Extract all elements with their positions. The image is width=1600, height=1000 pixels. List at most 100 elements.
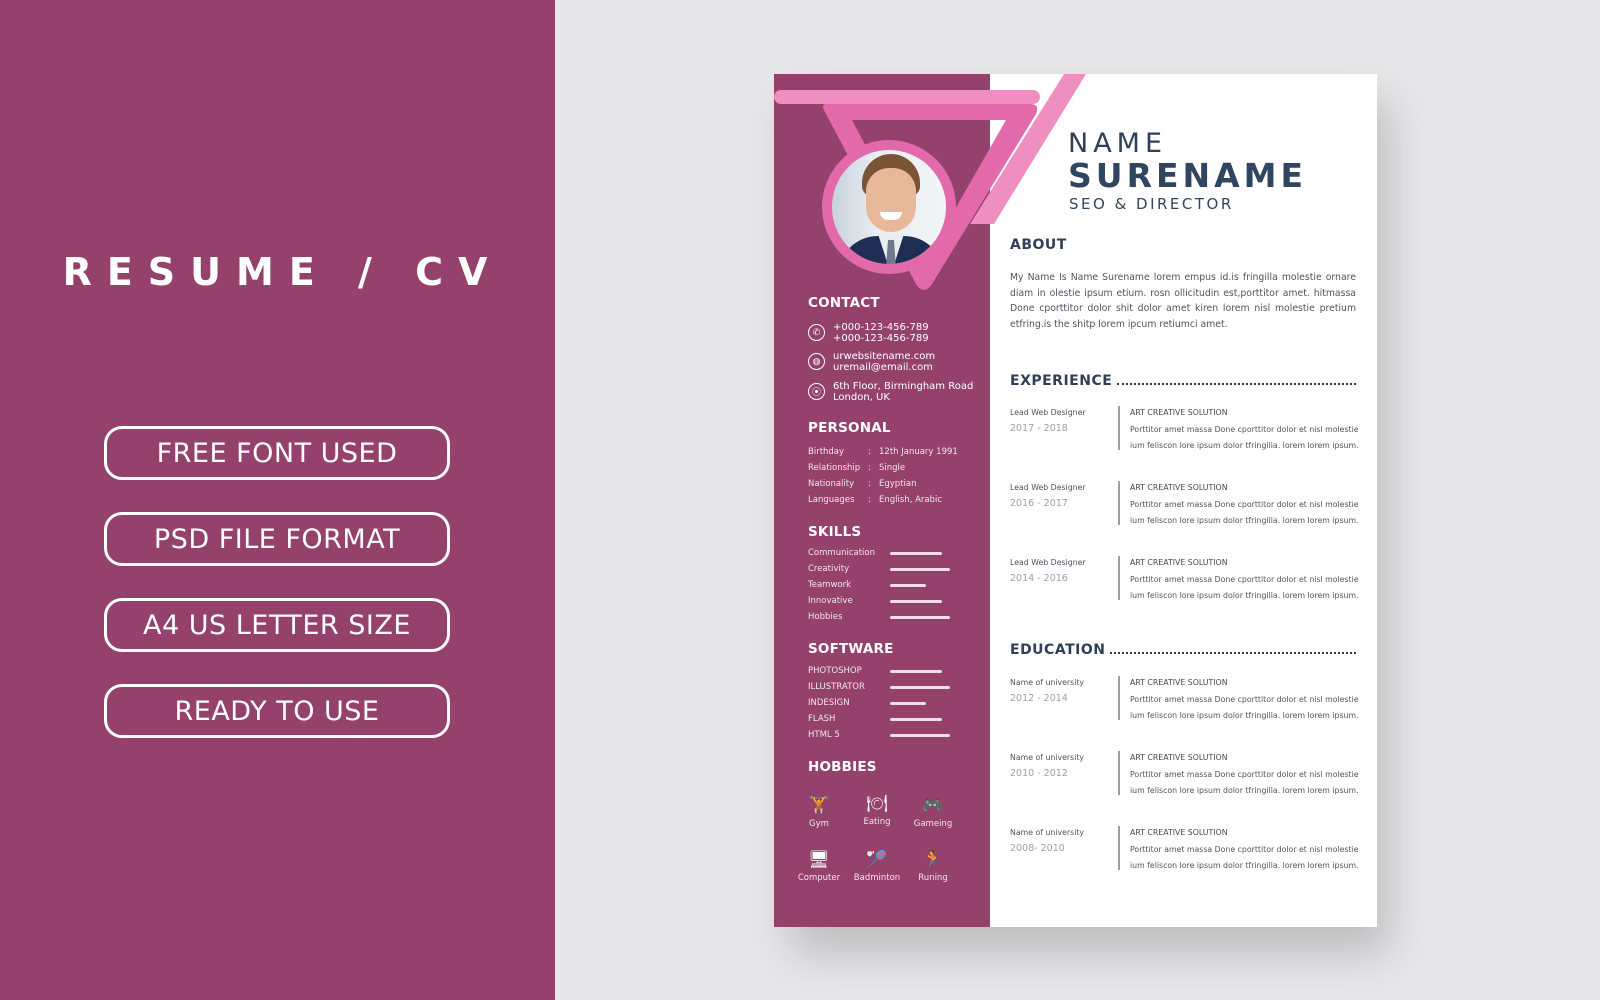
skill-bar-fill bbox=[890, 552, 943, 555]
skill-bar-fill bbox=[890, 616, 950, 619]
skill-label: Innovative bbox=[808, 596, 853, 606]
experience-heading: EXPERIENCE bbox=[1010, 373, 1356, 389]
education-years: 2008- 2010 bbox=[1010, 843, 1065, 854]
education-entry: Name of university 2008- 2010 ART CREATIVE… bbox=[1010, 826, 1359, 888]
job-title: SEO & DIRECTOR bbox=[1069, 195, 1234, 213]
experience-entry: Lead Web Designer 2014 - 2016 ART CREATIVE… bbox=[1010, 556, 1359, 618]
divider-line bbox=[1118, 556, 1120, 600]
skill-bar-track bbox=[890, 616, 950, 619]
phone-icon: ✆ bbox=[808, 324, 825, 341]
skill-bar-fill bbox=[890, 584, 926, 587]
email: uremail@email.com bbox=[833, 362, 933, 373]
education-description: Porttitor amet massa Done cporttitor dol… bbox=[1130, 770, 1359, 795]
skill-bar-track bbox=[890, 568, 950, 571]
feature-badge-free-font: FREE FONT USED bbox=[104, 426, 450, 480]
software-bar-track bbox=[890, 670, 950, 673]
personal-row-birthday: Birthday:12th January 1991 bbox=[808, 447, 958, 457]
education-title: Name of university bbox=[1010, 828, 1085, 837]
skill-label: Teamwork bbox=[808, 580, 852, 590]
divider-line bbox=[1118, 676, 1120, 720]
experience-heading-label: EXPERIENCE bbox=[1010, 373, 1113, 389]
education-heading-label: EDUCATION bbox=[1010, 642, 1106, 658]
education-description: Porttitor amet massa Done cporttitor dol… bbox=[1130, 695, 1359, 720]
about-text: My Name Is Name Surename lorem empus id.… bbox=[1010, 272, 1356, 331]
profile-photo bbox=[822, 140, 956, 274]
experience-company: ART CREATIVE SOLUTION bbox=[1130, 408, 1228, 417]
divider-line bbox=[1118, 406, 1120, 450]
software-bar-fill bbox=[890, 734, 950, 737]
skill-label: Hobbies bbox=[808, 612, 843, 622]
resume-sheet: CONTACT ✆ +000-123-456-789 +000-123-456-7… bbox=[774, 74, 1377, 927]
skill-bar-track bbox=[890, 600, 950, 603]
contact-phone: ✆ +000-123-456-789 +000-123-456-789 bbox=[808, 322, 929, 344]
badminton-icon: 🏸 bbox=[866, 850, 888, 869]
dumbbell-icon: 🏋 bbox=[808, 796, 830, 815]
education-entry: Name of university 2012 - 2014 ART CREATIV… bbox=[1010, 676, 1359, 738]
software-label: INDESIGN bbox=[808, 698, 850, 708]
software-bar-fill bbox=[890, 670, 943, 673]
software-bar-track bbox=[890, 718, 950, 721]
feature-badge-paper-size: A4 US LETTER SIZE bbox=[104, 598, 450, 652]
software-bar-track bbox=[890, 702, 950, 705]
education-company: ART CREATIVE SOLUTION bbox=[1130, 828, 1228, 837]
education-title: Name of university bbox=[1010, 753, 1085, 762]
hobbies-heading: HOBBIES bbox=[808, 759, 877, 775]
promo-panel: RESUME / CV FREE FONT USED PSD FILE FORM… bbox=[0, 0, 555, 1000]
hobby-gaming: 🎮 Gameing bbox=[908, 796, 958, 829]
feature-badge-ready-to-use: READY TO USE bbox=[104, 684, 450, 738]
first-name: NAME bbox=[1068, 128, 1168, 159]
skill-label: Creativity bbox=[808, 564, 850, 574]
computer-icon: 🖥 bbox=[808, 850, 830, 869]
address-line-1: 6th Floor, Birmingham Road bbox=[833, 381, 974, 392]
experience-entry: Lead Web Designer 2016 - 2017 ART CREATIVE… bbox=[1010, 481, 1359, 543]
software-bar-track bbox=[890, 686, 950, 689]
contact-web: ◍ urwebsitename.com uremail@email.com bbox=[808, 351, 935, 373]
hobby-running: 🏃 Runing bbox=[908, 850, 958, 883]
address-line-2: London, UK bbox=[833, 392, 890, 403]
skill-bar-fill bbox=[890, 600, 943, 603]
experience-description: Porttitor amet massa Done cporttitor dol… bbox=[1130, 500, 1359, 525]
feature-badge-psd-format: PSD FILE FORMAT bbox=[104, 512, 450, 566]
contact-heading: CONTACT bbox=[808, 295, 880, 311]
divider-line bbox=[1118, 826, 1120, 870]
education-title: Name of university bbox=[1010, 678, 1085, 687]
education-description: Porttitor amet massa Done cporttitor dol… bbox=[1130, 845, 1359, 870]
about-heading: ABOUT bbox=[1010, 237, 1067, 253]
software-bar-track bbox=[890, 734, 950, 737]
location-pin-icon: ⦿ bbox=[808, 383, 825, 400]
experience-title: Lead Web Designer bbox=[1010, 558, 1086, 567]
education-years: 2012 - 2014 bbox=[1010, 693, 1068, 704]
globe-icon: ◍ bbox=[808, 353, 825, 370]
software-label: HTML 5 bbox=[808, 730, 840, 740]
experience-company: ART CREATIVE SOLUTION bbox=[1130, 483, 1228, 492]
dining-icon: 🍽 bbox=[866, 794, 888, 813]
website: urwebsitename.com bbox=[833, 351, 936, 362]
experience-entry: Lead Web Designer 2017 - 2018 ART CREATIVE… bbox=[1010, 406, 1359, 468]
personal-row-relationship: Relationship: Single bbox=[808, 463, 906, 473]
experience-years: 2017 - 2018 bbox=[1010, 423, 1068, 434]
software-bar-fill bbox=[890, 718, 943, 721]
education-company: ART CREATIVE SOLUTION bbox=[1130, 678, 1228, 687]
skill-bar-fill bbox=[890, 568, 950, 571]
skill-bar-track bbox=[890, 584, 950, 587]
experience-title: Lead Web Designer bbox=[1010, 483, 1086, 492]
skills-heading: SKILLS bbox=[808, 524, 862, 540]
dotted-rule bbox=[1117, 383, 1356, 385]
experience-description: Porttitor amet massa Done cporttitor dol… bbox=[1130, 575, 1359, 600]
divider-line bbox=[1118, 751, 1120, 795]
experience-description: Porttitor amet massa Done cporttitor dol… bbox=[1130, 425, 1359, 450]
skill-bar-track bbox=[890, 552, 950, 555]
divider-line bbox=[1118, 481, 1120, 525]
last-name: SURENAME bbox=[1068, 156, 1308, 195]
running-icon: 🏃 bbox=[922, 850, 944, 869]
hobby-eating: 🍽 Eating bbox=[852, 794, 902, 827]
contact-address: ⦿ 6th Floor, Birmingham Road London, UK bbox=[808, 381, 973, 403]
phone-2: +000-123-456-789 bbox=[833, 333, 929, 344]
software-bar-fill bbox=[890, 686, 950, 689]
experience-title: Lead Web Designer bbox=[1010, 408, 1086, 417]
software-label: PHOTOSHOP bbox=[808, 666, 862, 676]
phone-1: +000-123-456-789 bbox=[833, 322, 929, 333]
hobby-badminton: 🏸 Badminton bbox=[853, 850, 901, 883]
software-label: FLASH bbox=[808, 714, 836, 724]
software-label: ILLUSTRATOR bbox=[808, 682, 865, 692]
